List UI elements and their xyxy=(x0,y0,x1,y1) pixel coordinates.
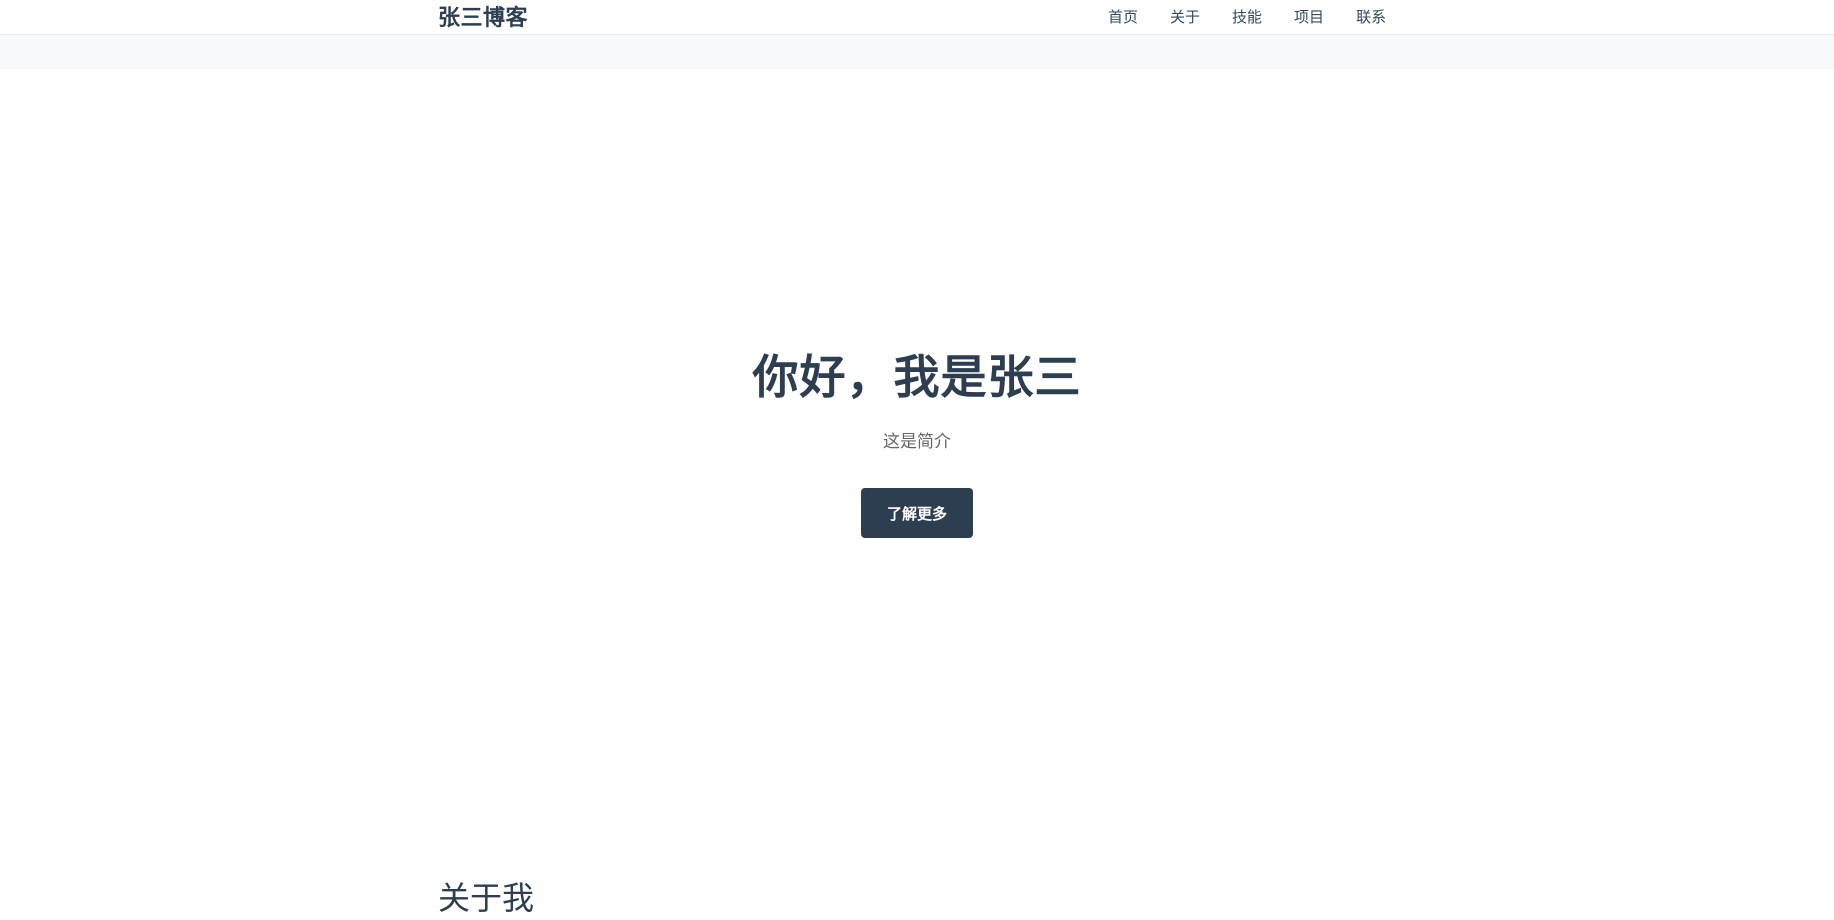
navbar: 张三博客 首页 关于 技能 项目 联系 xyxy=(0,0,1834,35)
header-subbar xyxy=(0,35,1834,69)
nav-link-home[interactable]: 首页 xyxy=(1108,0,1138,35)
nav-link-about[interactable]: 关于 xyxy=(1170,0,1200,35)
site-brand[interactable]: 张三博客 xyxy=(438,3,528,35)
hero-title: 你好，我是张三 xyxy=(752,350,1082,404)
learn-more-button[interactable]: 了解更多 xyxy=(861,488,973,538)
nav-link-contact[interactable]: 联系 xyxy=(1356,0,1386,35)
nav-link-skills[interactable]: 技能 xyxy=(1232,0,1262,35)
nav-link-projects[interactable]: 项目 xyxy=(1294,0,1324,35)
hero-subtitle: 这是简介 xyxy=(883,432,951,452)
main-nav: 首页 关于 技能 项目 联系 xyxy=(1108,0,1386,35)
about-section-title: 关于我 xyxy=(438,879,535,917)
